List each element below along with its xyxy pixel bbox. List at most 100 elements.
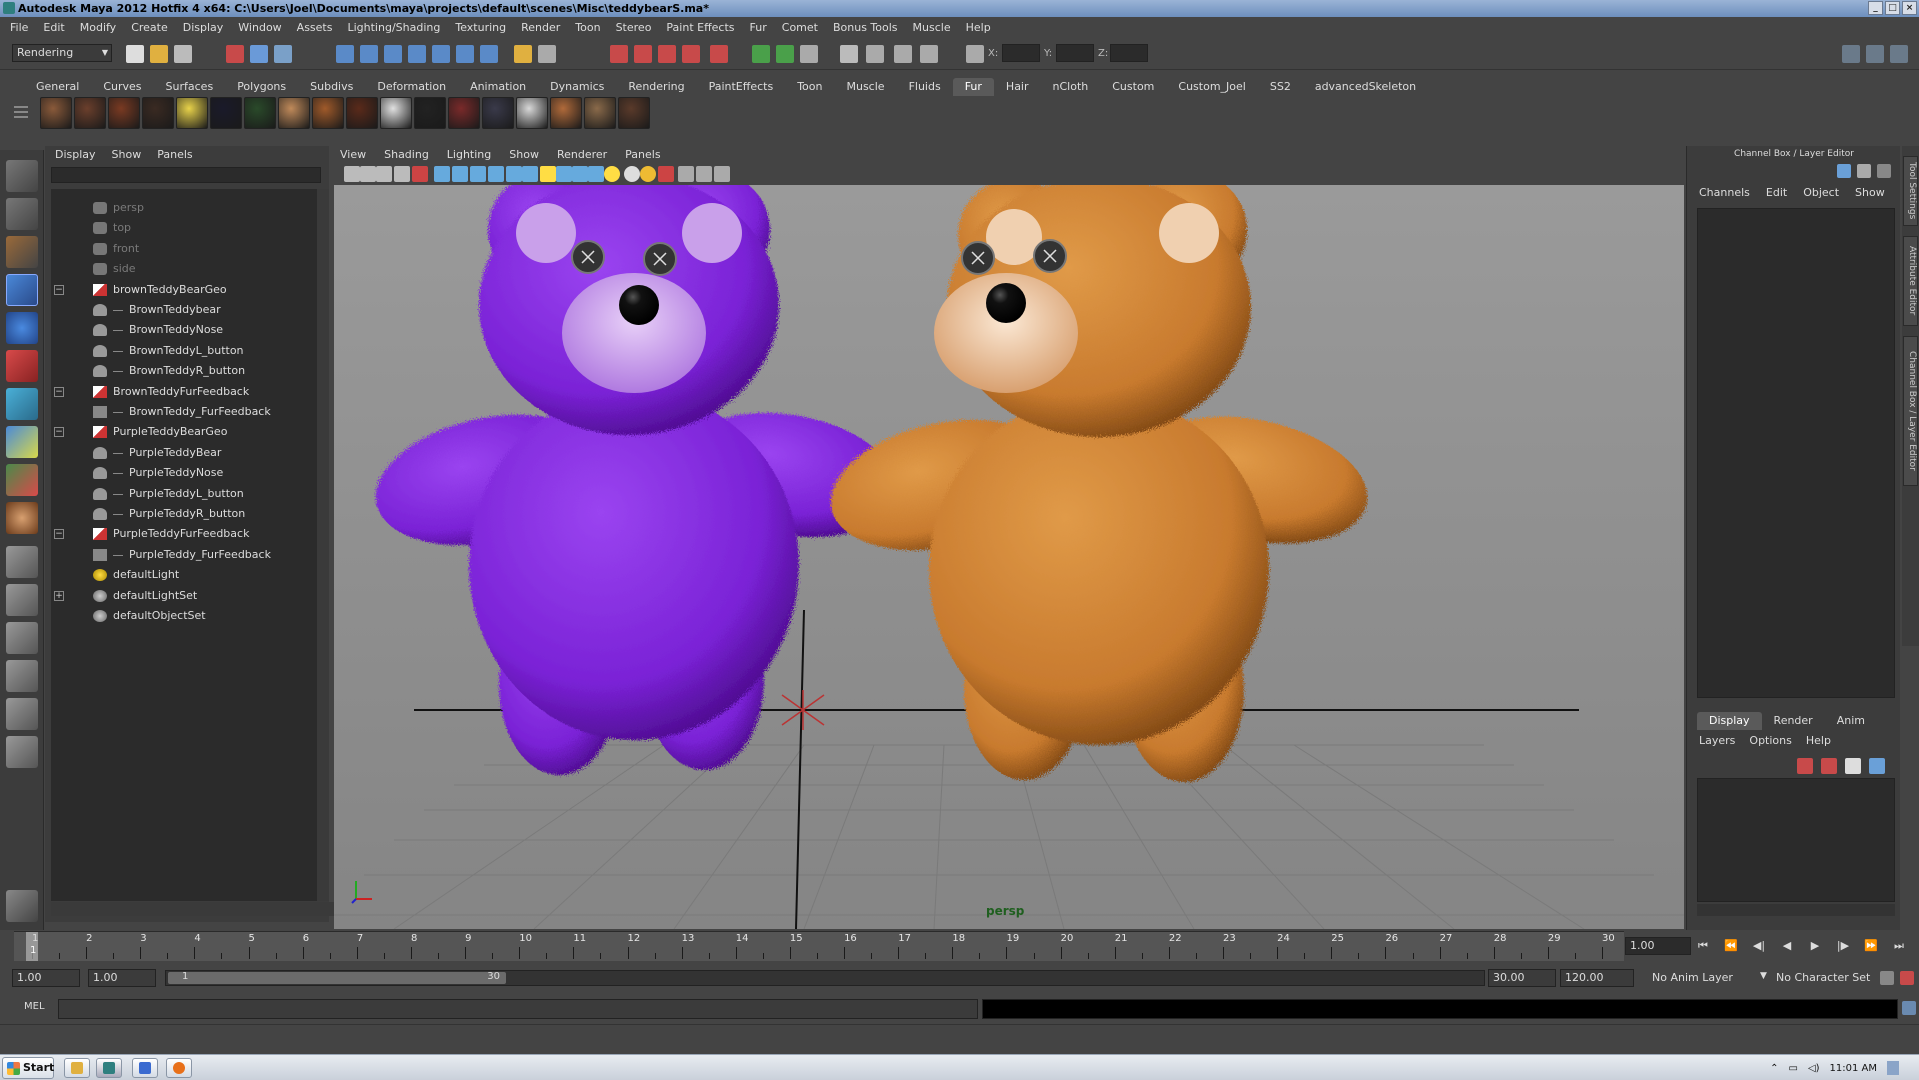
animation-start-field[interactable]: 1.00 bbox=[12, 969, 80, 987]
snap-curve-icon[interactable] bbox=[360, 45, 378, 63]
shelf-tab-surfaces[interactable]: Surfaces bbox=[154, 78, 226, 96]
layer-tab-render[interactable]: Render bbox=[1762, 712, 1825, 730]
channel-box-menu-channels[interactable]: Channels bbox=[1699, 186, 1750, 199]
menu-muscle[interactable]: Muscle bbox=[913, 21, 951, 34]
construction-history-icon[interactable] bbox=[538, 45, 556, 63]
move-tool-icon[interactable] bbox=[6, 274, 38, 306]
outliner-vertical-scrollbar[interactable] bbox=[317, 189, 329, 901]
z-field[interactable] bbox=[1110, 44, 1148, 62]
shelf-tab-polygons[interactable]: Polygons bbox=[225, 78, 298, 96]
snapshot-icon[interactable] bbox=[866, 45, 884, 63]
menu-window[interactable]: Window bbox=[238, 21, 281, 34]
isolate-select-icon[interactable] bbox=[658, 166, 674, 182]
side-tab-attribute-editor[interactable]: Attribute Editor bbox=[1903, 236, 1918, 326]
shelf-tab-toon[interactable]: Toon bbox=[785, 78, 834, 96]
step-back-key-icon[interactable]: ◀| bbox=[1750, 937, 1768, 955]
lasso-tool-icon[interactable] bbox=[6, 198, 38, 230]
snap-history-icon[interactable] bbox=[480, 45, 498, 63]
outliner-item-brownteddyfurfeedback[interactable]: − BrownTeddyFurFeedback bbox=[51, 382, 317, 402]
outliner-item-brownteddybeargeo[interactable]: − brownTeddyBearGeo bbox=[51, 280, 317, 300]
shelf-tab-fluids[interactable]: Fluids bbox=[897, 78, 953, 96]
fur-preset-icon[interactable] bbox=[584, 97, 616, 129]
outliner-menu-display[interactable]: Display bbox=[55, 146, 96, 164]
auto-key-icon[interactable] bbox=[1880, 971, 1894, 985]
outliner-item-purpleteddyfurfeedback[interactable]: − PurpleTeddyFurFeedback bbox=[51, 524, 317, 544]
menu-modify[interactable]: Modify bbox=[80, 21, 116, 34]
outliner-horizontal-scrollbar[interactable] bbox=[51, 902, 341, 916]
shelf-tab-general[interactable]: General bbox=[24, 78, 91, 96]
fur-preset-icon[interactable] bbox=[176, 97, 208, 129]
select-tool-icon[interactable] bbox=[6, 160, 38, 192]
outliner-item-defaultobjectset[interactable]: defaultObjectSet bbox=[51, 606, 317, 626]
layout-single-pane-icon[interactable] bbox=[6, 546, 38, 578]
mel-label[interactable]: MEL bbox=[24, 1001, 45, 1012]
show-channel-box-icon[interactable] bbox=[800, 45, 818, 63]
outliner-item-brownteddynose[interactable]: BrownTeddyNose bbox=[51, 320, 317, 340]
network-icon[interactable]: ▭ bbox=[1788, 1063, 1797, 1074]
render-sequence-icon[interactable] bbox=[894, 45, 912, 63]
soft-mod-tool-icon[interactable] bbox=[6, 426, 38, 458]
animation-preferences-icon[interactable] bbox=[1900, 971, 1914, 985]
shelf-menu-icon[interactable] bbox=[12, 96, 30, 136]
new-scene-icon[interactable] bbox=[126, 45, 144, 63]
resolution-gate-icon[interactable] bbox=[678, 166, 694, 182]
select-hierarchy-icon[interactable] bbox=[226, 45, 244, 63]
collapse-icon[interactable]: − bbox=[54, 284, 64, 295]
wireframe-icon[interactable] bbox=[434, 166, 450, 182]
bookmarks-icon[interactable] bbox=[376, 166, 392, 182]
fur-preset-icon[interactable] bbox=[74, 97, 106, 129]
select-camera-icon[interactable] bbox=[344, 166, 360, 182]
hypershade-icon[interactable] bbox=[682, 45, 700, 63]
range-slider-track[interactable]: 1 30 bbox=[165, 970, 1485, 986]
layer-sort-icon[interactable] bbox=[1869, 758, 1885, 774]
step-back-frame-icon[interactable]: ⏪ bbox=[1722, 937, 1740, 955]
close-button[interactable]: × bbox=[1902, 1, 1917, 15]
layout-persp-graph-icon[interactable] bbox=[6, 660, 38, 692]
toggle-channel-box-icon[interactable] bbox=[1890, 45, 1908, 63]
menu-display[interactable]: Display bbox=[183, 21, 224, 34]
rotate-tool-icon[interactable] bbox=[6, 312, 38, 344]
menu-comet[interactable]: Comet bbox=[782, 21, 818, 34]
grid-toggle-icon[interactable] bbox=[714, 166, 730, 182]
channel-box-layer-editor-display-icon[interactable] bbox=[1877, 164, 1891, 178]
fur-preset-icon[interactable] bbox=[108, 97, 140, 129]
fur-preset-icon[interactable] bbox=[414, 97, 446, 129]
taskbar-firefox-icon[interactable] bbox=[166, 1058, 192, 1078]
layout-custom-icon[interactable] bbox=[6, 736, 38, 768]
shadows-icon[interactable] bbox=[540, 166, 556, 182]
hand-tool-icon[interactable] bbox=[6, 890, 38, 922]
fur-preset-icon[interactable] bbox=[516, 97, 548, 129]
taskbar-app-icon[interactable] bbox=[64, 1058, 90, 1078]
side-tab-tool-settings[interactable]: Tool Settings bbox=[1903, 156, 1918, 226]
shelf-tab-dynamics[interactable]: Dynamics bbox=[538, 78, 616, 96]
outliner-item-persp[interactable]: persp bbox=[51, 198, 317, 218]
default-light-icon[interactable] bbox=[604, 166, 620, 182]
character-set-dropdown[interactable]: No Character Set bbox=[1776, 971, 1870, 984]
outliner-item-brownteddybear[interactable]: BrownTeddybear bbox=[51, 300, 317, 320]
new-layer-icon[interactable] bbox=[1797, 758, 1813, 774]
go-to-end-icon[interactable]: ⏭ bbox=[1890, 937, 1908, 955]
shelf-tab-custom-joel[interactable]: Custom_Joel bbox=[1166, 78, 1257, 96]
menu-toon[interactable]: Toon bbox=[575, 21, 600, 34]
step-forward-key-icon[interactable]: |▶ bbox=[1834, 937, 1852, 955]
outliner-menu-show[interactable]: Show bbox=[112, 146, 142, 164]
layout-persp-outliner-icon[interactable] bbox=[6, 622, 38, 654]
shelf-tab-ss2[interactable]: SS2 bbox=[1258, 78, 1303, 96]
shelf-tab-hair[interactable]: Hair bbox=[994, 78, 1041, 96]
layer-list-area[interactable] bbox=[1697, 778, 1895, 902]
layer-menu-layers[interactable]: Layers bbox=[1699, 734, 1735, 747]
range-slider-handle[interactable]: 1 30 bbox=[168, 971, 506, 984]
channel-box-area[interactable] bbox=[1697, 208, 1895, 698]
menu-bonus-tools[interactable]: Bonus Tools bbox=[833, 21, 898, 34]
anim-layer-dropdown[interactable]: No Anim Layer bbox=[1652, 971, 1733, 984]
image-plane-icon[interactable] bbox=[394, 166, 410, 182]
taskbar-maya-icon[interactable] bbox=[96, 1058, 122, 1078]
channel-box-menu-object[interactable]: Object bbox=[1803, 186, 1839, 199]
render-view-icon[interactable] bbox=[710, 45, 728, 63]
use-lights-icon[interactable] bbox=[522, 166, 538, 182]
snap-point-icon[interactable] bbox=[384, 45, 402, 63]
film-gate-icon[interactable] bbox=[696, 166, 712, 182]
layer-editor-scrollbar[interactable] bbox=[1697, 904, 1895, 916]
side-tab-channel-box-layer-editor[interactable]: Channel Box / Layer Editor bbox=[1903, 336, 1918, 486]
shelf-tab-curves[interactable]: Curves bbox=[91, 78, 153, 96]
